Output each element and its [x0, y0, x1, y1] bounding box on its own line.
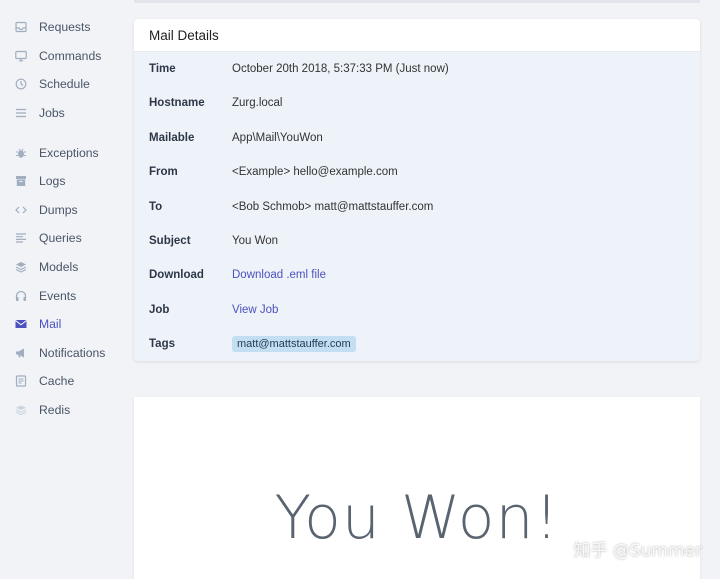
detail-label: Subject	[149, 235, 191, 247]
sidebar-item-models[interactable]: Models	[15, 257, 78, 277]
sidebar-item-cache[interactable]: Cache	[15, 371, 74, 391]
file-text-icon	[15, 375, 27, 387]
layers-icon	[15, 261, 27, 273]
watermark: 知乎 @Summer	[573, 541, 702, 561]
detail-value: <Example> hello@example.com	[232, 166, 398, 178]
archive-icon	[15, 175, 27, 187]
envelope-icon	[15, 318, 27, 330]
sidebar-item-label: Redis	[39, 403, 71, 417]
detail-row-to: To <Bob Schmob> matt@mattstauffer.com	[134, 197, 700, 217]
sidebar-item-label: Mail	[39, 317, 62, 331]
list-icon	[15, 107, 27, 119]
detail-row-job: Job View Job	[134, 300, 700, 320]
sidebar-item-label: Schedule	[39, 77, 90, 91]
megaphone-icon	[15, 347, 27, 359]
detail-value: Zurg.local	[232, 97, 283, 109]
detail-label: From	[149, 166, 178, 178]
detail-value: App\Mail\YouWon	[232, 132, 323, 144]
sidebar-item-label: Logs	[39, 174, 66, 188]
monitor-icon	[15, 50, 27, 62]
sidebar-item-label: Events	[39, 289, 77, 303]
inbox-icon	[15, 21, 27, 33]
sidebar-item-label: Dumps	[39, 203, 78, 217]
sidebar-item-mail[interactable]: Mail	[15, 314, 61, 334]
sidebar-item-dumps[interactable]: Dumps	[15, 200, 78, 220]
card-title: Mail Details	[134, 19, 700, 52]
detail-row-time: Time October 20th 2018, 5:37:33 PM (Just…	[134, 59, 700, 79]
sidebar-item-label: Queries	[39, 231, 82, 245]
sidebar-item-exceptions[interactable]: Exceptions	[15, 143, 99, 163]
sidebar-item-schedule[interactable]: Schedule	[15, 74, 90, 94]
detail-value: <Bob Schmob> matt@mattstauffer.com	[232, 201, 434, 213]
detail-row-hostname: Hostname Zurg.local	[134, 93, 700, 113]
detail-value: October 20th 2018, 5:37:33 PM (Just now)	[232, 63, 449, 75]
sidebar-item-label: Commands	[39, 49, 102, 63]
download-eml-link[interactable]: Download .eml file	[232, 269, 326, 281]
sidebar-item-label: Exceptions	[39, 146, 99, 160]
tag-badge[interactable]: matt@mattstauffer.com	[232, 336, 356, 352]
sidebar-item-queries[interactable]: Queries	[15, 228, 82, 248]
detail-value: You Won	[232, 235, 279, 247]
top-divider	[134, 0, 700, 3]
code-icon	[15, 204, 27, 216]
detail-row-download: Download Download .eml file	[134, 265, 700, 285]
detail-row-subject: Subject You Won	[134, 231, 700, 251]
sidebar-item-requests[interactable]: Requests	[15, 17, 91, 37]
clock-icon	[15, 78, 27, 90]
sidebar-item-logs[interactable]: Logs	[15, 171, 65, 191]
tag-list: matt@mattstauffer.com	[232, 336, 356, 352]
detail-label: Job	[149, 304, 170, 316]
detail-row-from: From <Example> hello@example.com	[134, 162, 700, 182]
sidebar-item-label: Models	[39, 260, 79, 274]
detail-label: Mailable	[149, 132, 195, 144]
sidebar-item-label: Jobs	[39, 106, 65, 120]
mail-details-card: Mail Details Time October 20th 2018, 5:3…	[134, 19, 700, 361]
sidebar-item-label: Cache	[39, 374, 75, 388]
sidebar-item-redis[interactable]: Redis	[15, 400, 70, 420]
sidebar-item-commands[interactable]: Commands	[15, 46, 101, 66]
sidebar-item-events[interactable]: Events	[15, 286, 76, 306]
detail-row-mailable: Mailable App\Mail\YouWon	[134, 128, 700, 148]
stack-icon	[15, 404, 27, 416]
detail-row-tags: Tags matt@mattstauffer.com	[134, 334, 700, 354]
sidebar-nav: Requests Commands Schedule Jobs Exceptio…	[0, 0, 125, 579]
sidebar-item-label: Notifications	[39, 346, 106, 360]
sidebar-item-jobs[interactable]: Jobs	[15, 103, 65, 123]
bug-icon	[15, 147, 27, 159]
view-job-link[interactable]: View Job	[232, 304, 278, 316]
sidebar-item-label: Requests	[39, 20, 91, 34]
sidebar-item-notifications[interactable]: Notifications	[15, 343, 105, 363]
detail-label: Download	[149, 269, 204, 281]
detail-label: Hostname	[149, 97, 205, 109]
detail-label: Time	[149, 63, 176, 75]
detail-label: Tags	[149, 338, 175, 350]
headphones-icon	[15, 290, 27, 302]
align-left-icon	[15, 232, 27, 244]
detail-label: To	[149, 201, 163, 213]
